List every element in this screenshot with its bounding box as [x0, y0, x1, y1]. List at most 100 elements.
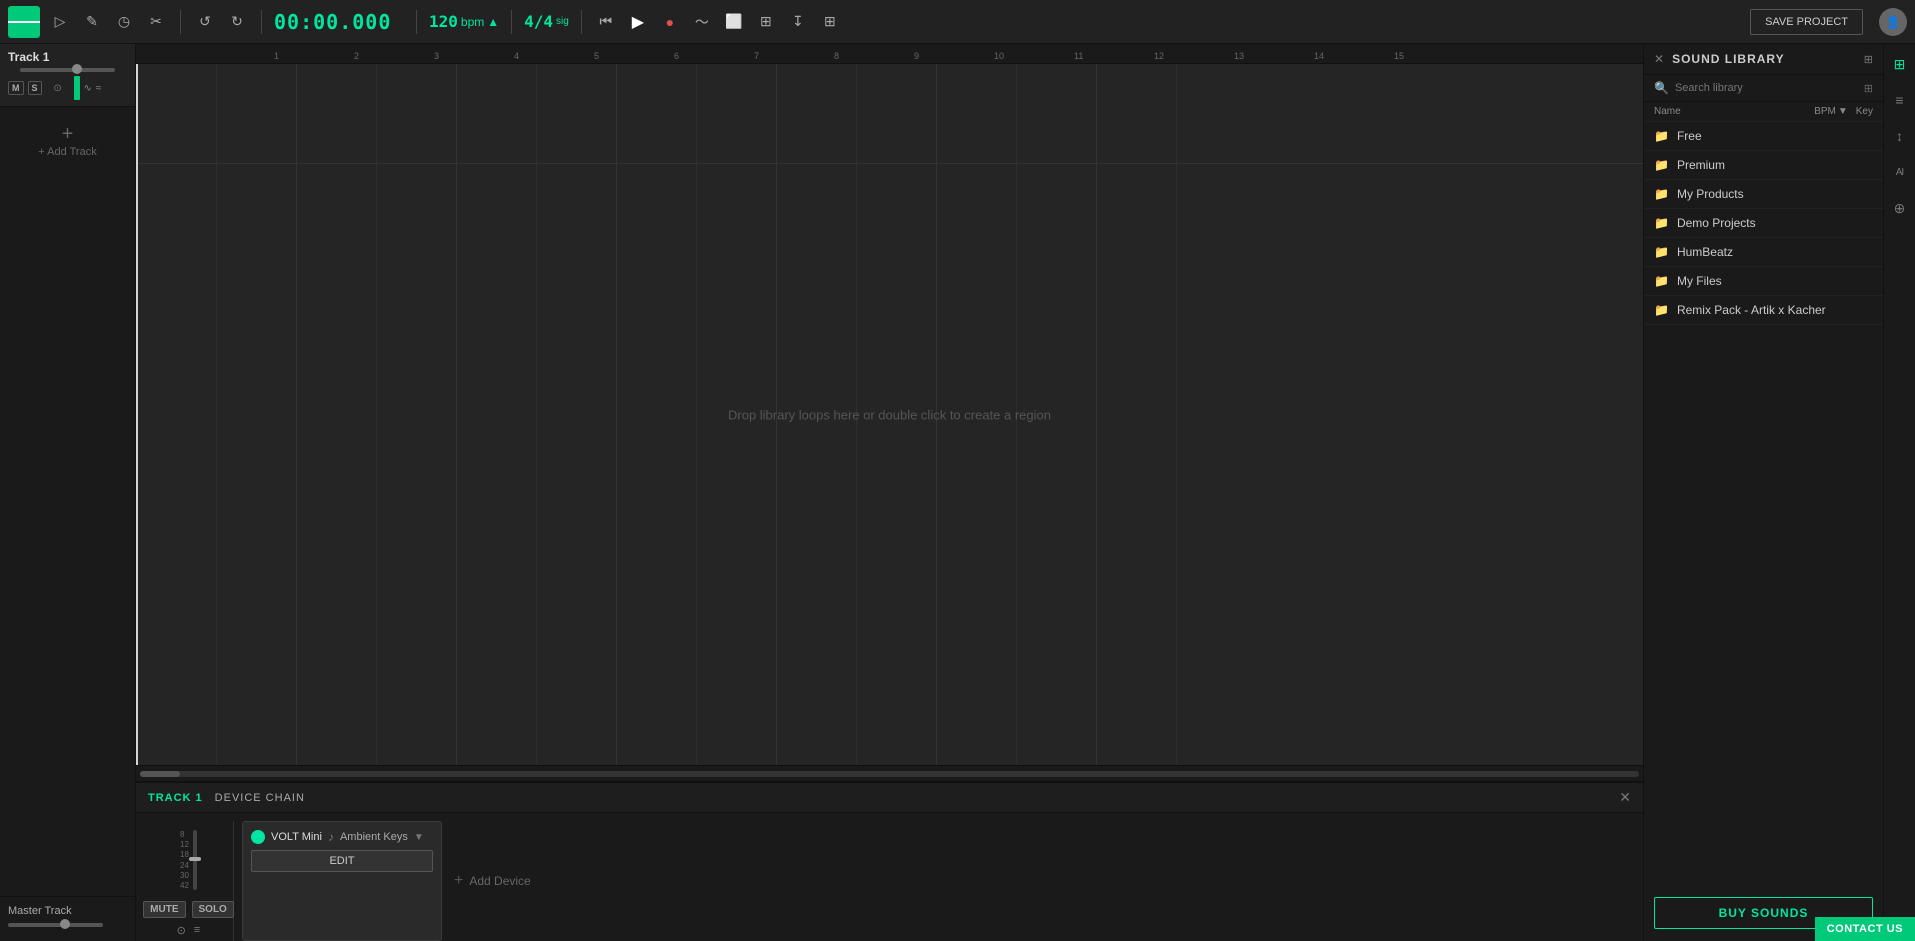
marker-button[interactable]: ⊞ — [754, 10, 778, 34]
library-item-humbeatz[interactable]: 📁 HumBeatz — [1644, 238, 1883, 267]
grid-line-12 — [1096, 64, 1097, 765]
separator-1 — [180, 10, 181, 34]
bottom-track-name: TRACK 1 — [148, 792, 203, 804]
main-area: Track 1 M S ⊙ ∿ ≈ + + Add Track Master T… — [0, 44, 1915, 941]
add-track-button[interactable]: + + Add Track — [0, 107, 135, 174]
grid-line-2 — [296, 64, 297, 765]
track-1-mute-button[interactable]: M — [8, 81, 24, 95]
ruler-mark-6: 6 — [672, 51, 752, 61]
scissors-tool[interactable]: ✂ — [144, 10, 168, 34]
grid-button[interactable]: ⊞ — [818, 10, 842, 34]
grid-line-5 — [536, 64, 537, 765]
library-item-premium[interactable]: 📁 Premium — [1644, 151, 1883, 180]
clock-tool[interactable]: ◷ — [112, 10, 136, 34]
library-item-name: Premium — [1677, 158, 1873, 172]
library-item-remix-pack[interactable]: 📁 Remix Pack - Artik x Kacher — [1644, 296, 1883, 325]
export-button[interactable]: ↧ — [786, 10, 810, 34]
ruler-mark-1: 1 — [272, 51, 352, 61]
select-tool[interactable]: ▷ — [48, 10, 72, 34]
scroll-track[interactable] — [140, 771, 1639, 777]
device-edit-button[interactable]: EDIT — [251, 850, 433, 872]
sidebar-ai-icon[interactable]: AI — [1888, 160, 1912, 184]
arrange-button[interactable]: ⬜ — [722, 10, 746, 34]
library-item-demo-projects[interactable]: 📁 Demo Projects — [1644, 209, 1883, 238]
track-volume-panel: 8 12 18 24 30 42 MUTE SOLO — [144, 821, 234, 941]
track-1-waveform-icon: ∿ — [84, 83, 92, 94]
user-avatar[interactable]: 👤 — [1879, 8, 1907, 36]
ruler-mark-11: 11 — [1072, 51, 1152, 61]
separator-3 — [416, 10, 417, 34]
track-1-solo-button[interactable]: S — [28, 81, 42, 95]
device-chain-label: DEVICE CHAIN — [215, 792, 305, 804]
arrange-view: 1 2 3 4 5 6 7 8 9 10 11 12 13 14 15 — [136, 44, 1643, 941]
ruler-mark-4: 4 — [512, 51, 592, 61]
db-label-30: 30 — [180, 871, 189, 880]
track-1-input-icon[interactable]: ⊙ — [46, 76, 70, 100]
hamburger-menu[interactable] — [8, 6, 40, 38]
library-item-name: Demo Projects — [1677, 216, 1873, 230]
bpm-display[interactable]: 120 — [429, 12, 458, 31]
play-button[interactable]: ▶ — [626, 10, 650, 34]
skip-back-button[interactable]: ⏮ — [594, 10, 618, 34]
track-list-panel: Track 1 M S ⊙ ∿ ≈ + + Add Track Master T… — [0, 44, 136, 941]
master-volume-handle — [60, 919, 70, 929]
track-lanes-area[interactable]: Drop library loops here or double click … — [136, 64, 1643, 765]
bpm-up-arrow[interactable]: ▲ — [487, 15, 499, 29]
horizontal-scrollbar[interactable] — [136, 765, 1643, 781]
loop-button[interactable]: 〜 — [690, 10, 714, 34]
library-item-my-files[interactable]: 📁 My Files — [1644, 267, 1883, 296]
sidebar-sliders-icon[interactable]: ≡ — [1888, 88, 1912, 112]
track-1-controls: M S ⊙ ∿ ≈ — [8, 76, 127, 100]
sidebar-layers-icon[interactable]: ⊕ — [1888, 196, 1912, 220]
solo-button[interactable]: SOLO — [192, 901, 234, 918]
library-search-icon: 🔍 — [1654, 81, 1669, 95]
sig-label: sig — [556, 16, 569, 27]
track-input-icon[interactable]: ⊙ — [177, 924, 186, 937]
ruler-mark-10: 10 — [992, 51, 1072, 61]
pencil-tool[interactable]: ✎ — [80, 10, 104, 34]
library-filter-icon[interactable]: ⊞ — [1864, 82, 1873, 95]
track-1-line-icon: ≈ — [96, 83, 102, 94]
add-device-button[interactable]: + Add Device — [450, 821, 535, 941]
ruler-mark-13: 13 — [1232, 51, 1312, 61]
separator-5 — [581, 10, 582, 34]
contact-us-button[interactable]: CONTACT US — [1815, 917, 1915, 941]
add-device-label: Add Device — [469, 874, 530, 888]
undo-button[interactable]: ↺ — [193, 10, 217, 34]
device-chain-content: 8 12 18 24 30 42 MUTE SOLO — [136, 813, 1643, 941]
track-1-volume-slider[interactable] — [20, 68, 115, 72]
record-button[interactable]: ● — [658, 10, 682, 34]
track-equalizer-icon[interactable]: ≡ — [194, 924, 200, 937]
time-display: 00:00.000 — [274, 10, 404, 34]
add-track-plus-icon: + — [62, 123, 74, 146]
mute-button[interactable]: MUTE — [143, 901, 185, 918]
device-preset-arrow[interactable]: ▼ — [414, 832, 424, 843]
ruler-mark-15: 15 — [1392, 51, 1472, 61]
grid-line-3 — [376, 64, 377, 765]
library-settings-icon[interactable]: ⊞ — [1864, 53, 1873, 66]
save-project-button[interactable]: SAVE PROJECT — [1750, 9, 1863, 35]
track-1-volume-handle — [72, 64, 82, 74]
redo-button[interactable]: ↻ — [225, 10, 249, 34]
library-close-button[interactable]: ✕ — [1654, 52, 1664, 66]
library-item-my-products[interactable]: 📁 My Products — [1644, 180, 1883, 209]
time-sig-display[interactable]: 4/4 — [524, 12, 553, 31]
volume-fader[interactable] — [193, 830, 197, 890]
scroll-thumb[interactable] — [140, 771, 180, 777]
device-power-button[interactable] — [251, 830, 265, 844]
sidebar-arrow-icon[interactable]: ↕ — [1888, 124, 1912, 148]
db-label-8: 8 — [180, 830, 189, 839]
ruler-mark-9: 9 — [912, 51, 992, 61]
folder-icon: 📁 — [1654, 216, 1669, 230]
master-volume-slider[interactable] — [8, 923, 103, 927]
bottom-panel: TRACK 1 DEVICE CHAIN ✕ 8 12 18 24 30 42 — [136, 781, 1643, 941]
sidebar-grid-icon[interactable]: ⊞ — [1888, 52, 1912, 76]
library-item-free[interactable]: 📁 Free — [1644, 122, 1883, 151]
device-preset[interactable]: Ambient Keys — [340, 831, 408, 843]
close-bottom-panel-button[interactable]: ✕ — [1619, 789, 1631, 806]
folder-icon: 📁 — [1654, 129, 1669, 143]
volume-slider-area: 8 12 18 24 30 42 — [180, 825, 197, 895]
db-labels: 8 12 18 24 30 42 — [180, 830, 189, 890]
grid-line-7 — [696, 64, 697, 765]
library-search-input[interactable] — [1675, 82, 1858, 94]
